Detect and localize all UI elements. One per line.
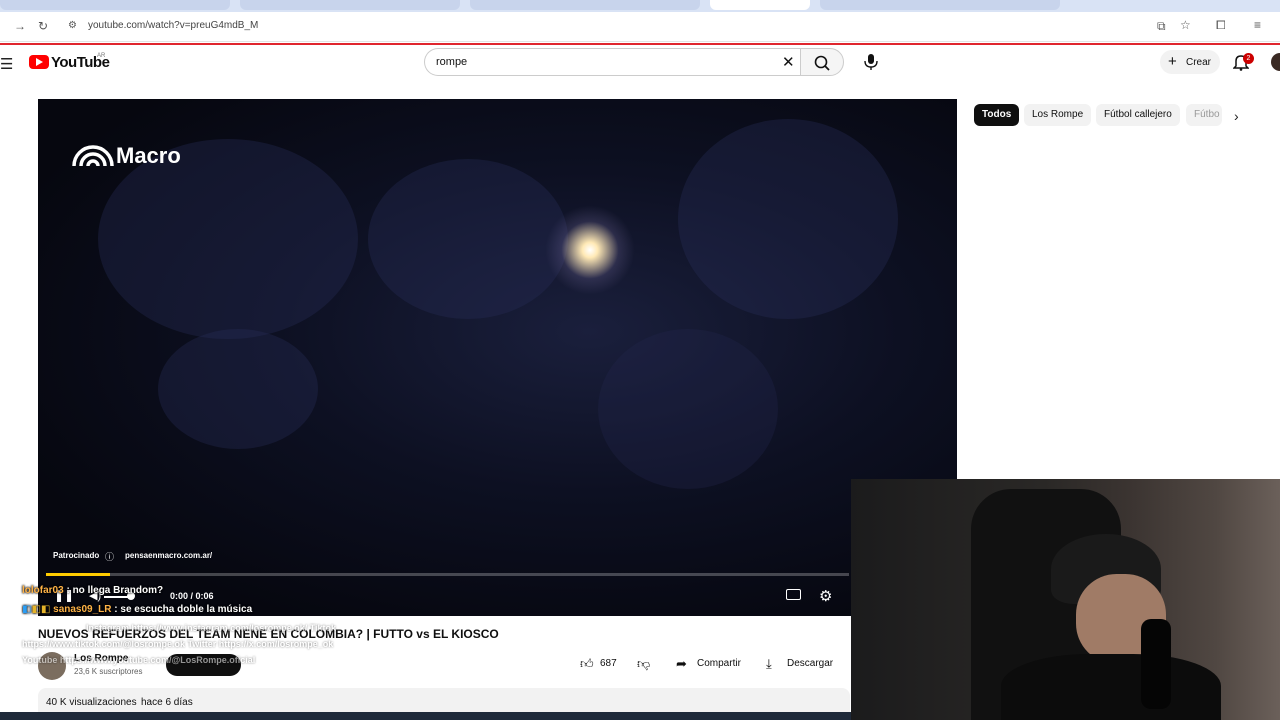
bookmark-star-icon[interactable]: ☆ — [1180, 19, 1191, 31]
search-icon — [814, 55, 830, 71]
chip-futbol[interactable]: Fútbo — [1186, 104, 1222, 126]
video-player[interactable] — [38, 99, 957, 616]
streamer-webcam — [851, 479, 1280, 720]
progress-fill — [46, 573, 111, 576]
site-info-icon[interactable]: ⚙ — [68, 20, 77, 32]
chip-los-rompe[interactable]: Los Rompe — [1024, 104, 1092, 126]
macro-logo-icon — [72, 142, 114, 173]
reload-icon[interactable]: ↻ — [38, 20, 48, 32]
subtitles-icon[interactable] — [786, 589, 801, 600]
settings-gear-icon[interactable]: ⚙ — [819, 587, 832, 605]
chip-todos[interactable]: Todos — [974, 104, 1020, 126]
reading-list-icon[interactable]: ≡ — [1254, 19, 1261, 31]
microphone — [1141, 619, 1171, 709]
chat-ghost-line: Youtube https://www.youtube.com/@LosRomp… — [22, 655, 256, 665]
create-label: Crear — [1186, 57, 1212, 68]
search-button[interactable] — [800, 48, 844, 76]
country-code: AR — [97, 53, 106, 59]
download-icon: ⤓ — [766, 656, 772, 671]
page-accent-line — [0, 43, 1280, 45]
menu-icon[interactable]: ☰ — [0, 55, 13, 73]
like-button[interactable]: 👍︎ 687 — [572, 652, 626, 676]
microphone-icon — [864, 54, 878, 70]
chat-user: lolofar03 — [22, 585, 64, 596]
notifications-badge: 2 — [1243, 53, 1254, 64]
chat-badge-icon: ◧◧ — [31, 604, 51, 615]
sponsor-brand: Macro — [116, 143, 181, 168]
chip-futbol-callejero[interactable]: Fútbol callejero — [1096, 104, 1180, 126]
chat-text: : se escucha doble la música — [111, 604, 253, 615]
download-button[interactable]: ⤓ Descargar — [760, 652, 840, 676]
install-icon[interactable]: ⧉ — [1157, 20, 1166, 32]
url-text[interactable]: youtube.com/watch?v=preuG4mdB_M — [88, 20, 258, 31]
taskbar — [0, 712, 851, 720]
thumbs-up-icon: 👍︎ — [580, 656, 594, 671]
time-display: 0:00 / 0:06 — [170, 591, 214, 601]
chat-message: ◧◧◧ sanas09_LR : se escucha doble la mús… — [22, 604, 252, 615]
extensions-icon[interactable]: ⧠ — [1216, 19, 1226, 31]
chat-user: sanas09_LR — [53, 604, 112, 615]
sponsor-url[interactable]: pensaenmacro.com.ar/ — [125, 551, 212, 560]
download-label: Descargar — [787, 658, 834, 669]
search-value[interactable]: rompe — [436, 56, 467, 68]
info-icon[interactable]: ⓘ — [105, 550, 114, 563]
chat-ghost-line: Instagram https://www.instagram.com/losr… — [86, 623, 337, 633]
share-icon: ➦ — [676, 656, 687, 671]
progress-track[interactable] — [46, 573, 849, 576]
subscriber-count: 23,6 K suscriptores — [74, 667, 143, 676]
chevron-right-icon[interactable]: › — [1234, 108, 1239, 124]
like-count: 687 — [600, 658, 617, 669]
upload-date: hace 6 días — [141, 697, 193, 708]
youtube-play-icon — [36, 58, 43, 66]
view-count: 40 K visualizaciones — [46, 697, 137, 708]
sponsored-label: Patrocinado — [53, 551, 100, 560]
chat-ghost-line: https://www.tiktok.com/@losrompe.ok Twit… — [22, 639, 334, 649]
browser-tab[interactable] — [240, 0, 460, 10]
account-avatar[interactable] — [1271, 53, 1280, 71]
share-button[interactable]: ➦ Compartir — [670, 652, 752, 676]
chat-text: : no llega Brandom? — [63, 585, 164, 596]
thumbs-down-icon: 👎︎ — [637, 656, 651, 671]
browser-tab[interactable] — [470, 0, 700, 10]
search-input[interactable] — [424, 48, 801, 76]
shirt — [1001, 654, 1221, 720]
browser-tab-active[interactable] — [710, 0, 810, 10]
phone-light — [545, 205, 635, 295]
browser-tab[interactable] — [0, 0, 230, 10]
clear-search-icon[interactable]: ✕ — [782, 53, 795, 71]
browser-tab[interactable] — [820, 0, 1060, 10]
dislike-button[interactable]: 👎︎ — [630, 652, 658, 676]
plus-icon: + — [1168, 53, 1177, 70]
forward-icon[interactable]: → — [14, 20, 26, 32]
chat-message: lolofar03 : no llega Brandom? — [22, 585, 163, 596]
share-label: Compartir — [697, 658, 741, 669]
voice-search-button[interactable] — [857, 48, 885, 76]
